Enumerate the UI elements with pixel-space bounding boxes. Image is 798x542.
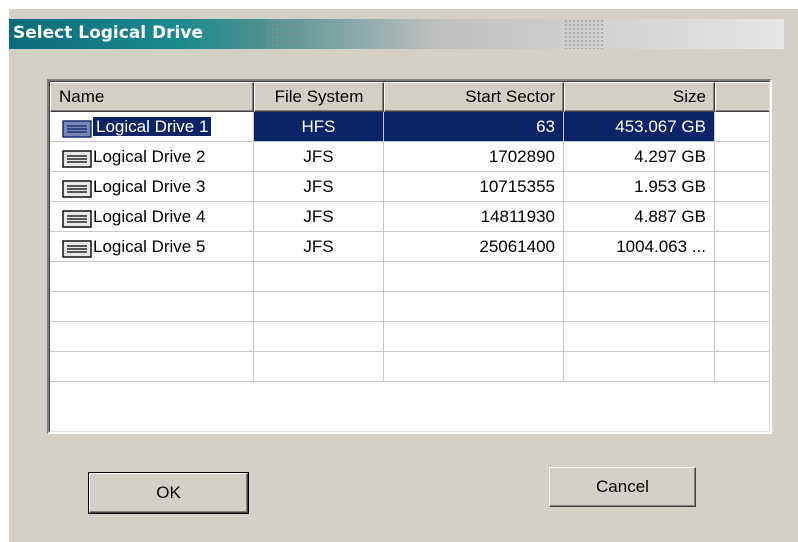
start-sector-cell xyxy=(384,262,564,292)
start-sector-cell: 14811930 xyxy=(384,202,564,232)
name-cell xyxy=(50,262,254,292)
title-bar[interactable]: Select Logical Drive xyxy=(9,19,784,49)
filler-cell xyxy=(715,202,769,232)
title-bar-texture xyxy=(267,19,309,49)
file-system-cell: JFS xyxy=(254,142,384,172)
drive-name: Logical Drive 2 xyxy=(93,147,206,166)
drive-icon xyxy=(62,148,92,168)
empty-row xyxy=(50,352,769,382)
file-system-cell xyxy=(254,322,384,352)
name-cell: Logical Drive 1 xyxy=(50,112,254,142)
column-header-file-system[interactable]: File System xyxy=(254,82,384,112)
filler-cell xyxy=(715,352,769,382)
name-cell xyxy=(50,322,254,352)
filler-cell xyxy=(715,322,769,352)
empty-row xyxy=(50,292,769,322)
column-header-start-sector[interactable]: Start Sector xyxy=(384,82,564,112)
name-cell xyxy=(50,352,254,382)
file-system-cell: JFS xyxy=(254,202,384,232)
drive-icon xyxy=(62,178,92,198)
name-cell: Logical Drive 3 xyxy=(50,172,254,202)
file-system-cell: JFS xyxy=(254,172,384,202)
drive-icon xyxy=(62,118,92,138)
size-cell xyxy=(564,262,715,292)
drive-name: Logical Drive 4 xyxy=(93,207,206,226)
name-cell xyxy=(50,292,254,322)
name-cell: Logical Drive 2 xyxy=(50,142,254,172)
name-cell: Logical Drive 4 xyxy=(50,202,254,232)
empty-row xyxy=(50,322,769,352)
drive-list: Name File System Start Sector Size Logic… xyxy=(47,79,772,434)
list-header: Name File System Start Sector Size xyxy=(50,82,769,112)
filler-cell xyxy=(715,292,769,322)
table-row[interactable]: Logical Drive 5 JFS 25061400 1004.063 ... xyxy=(50,232,769,262)
size-cell xyxy=(564,322,715,352)
column-header-size[interactable]: Size xyxy=(564,82,715,112)
drive-icon xyxy=(62,208,92,228)
ok-button[interactable]: OK xyxy=(88,472,249,514)
table-row[interactable]: Logical Drive 4 JFS 14811930 4.887 GB xyxy=(50,202,769,232)
filler-cell xyxy=(715,112,769,142)
size-cell: 4.297 GB xyxy=(564,142,715,172)
start-sector-cell xyxy=(384,322,564,352)
start-sector-cell: 63 xyxy=(384,112,564,142)
file-system-cell: HFS xyxy=(254,112,384,142)
column-header-filler xyxy=(715,82,769,112)
file-system-cell xyxy=(254,352,384,382)
size-cell: 1.953 GB xyxy=(564,172,715,202)
file-system-cell xyxy=(254,262,384,292)
start-sector-cell xyxy=(384,352,564,382)
size-cell: 1004.063 ... xyxy=(564,232,715,262)
table-row[interactable]: Logical Drive 2 JFS 1702890 4.297 GB xyxy=(50,142,769,172)
size-cell xyxy=(564,292,715,322)
size-cell: 4.887 GB xyxy=(564,202,715,232)
filler-cell xyxy=(715,142,769,172)
drive-icon xyxy=(62,238,92,258)
name-cell: Logical Drive 5 xyxy=(50,232,254,262)
file-system-cell: JFS xyxy=(254,232,384,262)
drive-name: Logical Drive 1 xyxy=(93,117,212,136)
table-row[interactable]: Logical Drive 3 JFS 10715355 1.953 GB xyxy=(50,172,769,202)
table-row[interactable]: Logical Drive 1 HFS 63 453.067 GB xyxy=(50,112,769,142)
file-system-cell xyxy=(254,292,384,322)
empty-row xyxy=(50,262,769,292)
size-cell xyxy=(564,352,715,382)
dialog-title: Select Logical Drive xyxy=(13,23,203,43)
drive-name: Logical Drive 5 xyxy=(93,237,206,256)
start-sector-cell: 10715355 xyxy=(384,172,564,202)
title-bar-texture xyxy=(564,19,604,49)
filler-cell xyxy=(715,232,769,262)
start-sector-cell: 1702890 xyxy=(384,142,564,172)
drive-name: Logical Drive 3 xyxy=(93,177,206,196)
cancel-button[interactable]: Cancel xyxy=(549,467,696,507)
filler-cell xyxy=(715,172,769,202)
column-header-name[interactable]: Name xyxy=(50,82,254,112)
drive-list-body: Name File System Start Sector Size Logic… xyxy=(49,81,770,432)
size-cell: 453.067 GB xyxy=(564,112,715,142)
filler-cell xyxy=(715,262,769,292)
start-sector-cell: 25061400 xyxy=(384,232,564,262)
start-sector-cell xyxy=(384,292,564,322)
select-logical-drive-dialog: Select Logical Drive Name File System St… xyxy=(8,8,798,542)
